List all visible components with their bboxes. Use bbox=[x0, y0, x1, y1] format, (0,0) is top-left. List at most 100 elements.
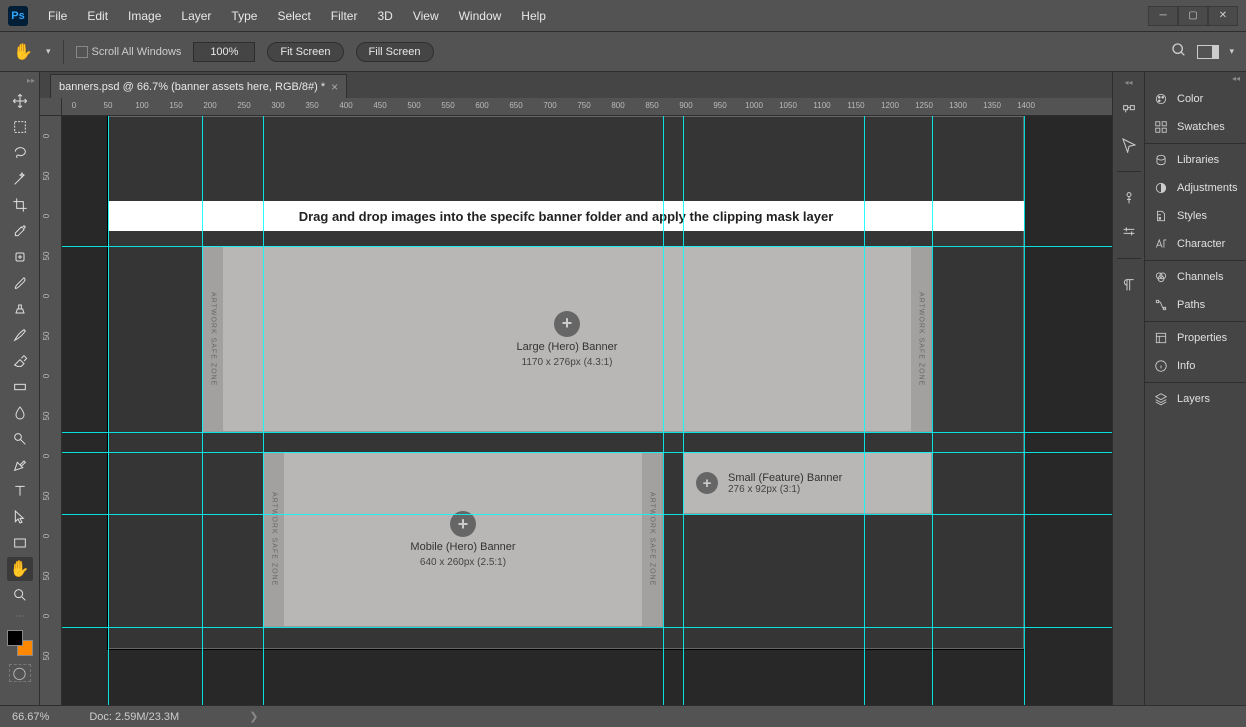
hand-tool-icon[interactable]: ✋ bbox=[12, 41, 34, 63]
brushes-panel-icon[interactable] bbox=[1119, 188, 1139, 208]
edit-toolbar-icon[interactable]: ⋯ bbox=[15, 611, 25, 622]
menu-type[interactable]: Type bbox=[221, 0, 267, 32]
mobile-hero-slot[interactable]: ARTWORK SAFE ZONE + Mobile (Hero) Banner… bbox=[263, 452, 663, 627]
quick-mask-toggle[interactable]: ◯ bbox=[9, 664, 31, 682]
color-panel[interactable]: Color bbox=[1145, 85, 1246, 113]
menu-file[interactable]: File bbox=[38, 0, 77, 32]
fill-screen-button[interactable]: Fill Screen bbox=[356, 42, 434, 62]
panel-label: Color bbox=[1177, 93, 1203, 105]
panel-label: Swatches bbox=[1177, 121, 1225, 133]
properties-panel[interactable]: Properties bbox=[1145, 324, 1246, 352]
menu-image[interactable]: Image bbox=[118, 0, 171, 32]
scroll-all-windows-checkbox[interactable]: Scroll All Windows bbox=[76, 46, 182, 58]
slot-title: Mobile (Hero) Banner bbox=[410, 541, 515, 553]
menu-view[interactable]: View bbox=[403, 0, 449, 32]
workspace-switcher-icon[interactable] bbox=[1197, 45, 1219, 59]
panel-label: Adjustments bbox=[1177, 182, 1238, 194]
status-doc-size[interactable]: Doc: 2.59M/23.3M bbox=[89, 711, 179, 723]
libraries-icon bbox=[1153, 152, 1169, 168]
clone-stamp-tool[interactable] bbox=[7, 297, 33, 321]
close-button[interactable]: ✕ bbox=[1208, 6, 1238, 26]
panel-label: Layers bbox=[1177, 393, 1210, 405]
status-zoom[interactable]: 66.67% bbox=[12, 711, 49, 723]
menu-3d[interactable]: 3D bbox=[367, 0, 402, 32]
channels-panel[interactable]: Channels bbox=[1145, 263, 1246, 291]
eraser-tool[interactable] bbox=[7, 349, 33, 373]
color-swatch[interactable] bbox=[5, 630, 35, 656]
layers-panel[interactable]: Layers bbox=[1145, 385, 1246, 413]
pen-tool[interactable] bbox=[7, 453, 33, 477]
brush-settings-panel-icon[interactable] bbox=[1119, 222, 1139, 242]
hand-tool[interactable]: ✋ bbox=[7, 557, 33, 581]
panel-label: Info bbox=[1177, 360, 1195, 372]
adjustments-panel[interactable]: Adjustments bbox=[1145, 174, 1246, 202]
healing-brush-tool[interactable] bbox=[7, 245, 33, 269]
brush-tool[interactable] bbox=[7, 271, 33, 295]
paths-icon bbox=[1153, 297, 1169, 313]
minimize-button[interactable]: ─ bbox=[1148, 6, 1178, 26]
tool-preset-dropdown[interactable]: ▾ bbox=[46, 46, 51, 57]
zoom-level-input[interactable]: 100% bbox=[193, 42, 255, 62]
large-hero-slot[interactable]: ARTWORK SAFE ZONE + Large (Hero) Banner … bbox=[202, 246, 932, 432]
collapsed-dock: ◂◂ bbox=[1112, 72, 1144, 705]
gradient-tool[interactable] bbox=[7, 375, 33, 399]
crop-tool[interactable] bbox=[7, 193, 33, 217]
vertical-ruler[interactable]: 050050050050050050050 bbox=[40, 116, 62, 705]
libraries-panel[interactable]: Libraries bbox=[1145, 146, 1246, 174]
navigator-panel-icon[interactable] bbox=[1119, 135, 1139, 155]
document-tabs: banners.psd @ 66.7% (banner assets here,… bbox=[40, 72, 1112, 98]
fit-screen-button[interactable]: Fit Screen bbox=[267, 42, 343, 62]
ruler-origin[interactable] bbox=[40, 98, 62, 116]
path-selection-tool[interactable] bbox=[7, 505, 33, 529]
document-tab[interactable]: banners.psd @ 66.7% (banner assets here,… bbox=[50, 74, 347, 98]
options-bar: ✋ ▾ Scroll All Windows 100% Fit Screen F… bbox=[0, 32, 1246, 72]
zoom-tool[interactable] bbox=[7, 583, 33, 607]
plus-icon: + bbox=[696, 472, 718, 494]
panel-label: Character bbox=[1177, 238, 1225, 250]
swatches-panel[interactable]: Swatches bbox=[1145, 113, 1246, 141]
panel-label: Styles bbox=[1177, 210, 1207, 222]
status-menu-icon[interactable]: ❯ bbox=[249, 710, 258, 723]
menu-edit[interactable]: Edit bbox=[77, 0, 118, 32]
history-panel-icon[interactable] bbox=[1119, 101, 1139, 121]
slot-dimensions: 640 x 260px (2.5:1) bbox=[420, 557, 506, 568]
close-tab-icon[interactable]: × bbox=[331, 80, 338, 94]
menu-select[interactable]: Select bbox=[267, 0, 320, 32]
properties-icon bbox=[1153, 330, 1169, 346]
expand-dock-icon[interactable]: ◂◂ bbox=[1124, 78, 1132, 87]
swatches-icon bbox=[1153, 119, 1169, 135]
styles-panel[interactable]: Styles bbox=[1145, 202, 1246, 230]
rectangle-tool[interactable] bbox=[7, 531, 33, 555]
dodge-tool[interactable] bbox=[7, 427, 33, 451]
menu-layer[interactable]: Layer bbox=[171, 0, 221, 32]
menu-window[interactable]: Window bbox=[449, 0, 512, 32]
lasso-tool[interactable] bbox=[7, 141, 33, 165]
search-icon[interactable] bbox=[1171, 42, 1187, 61]
type-tool[interactable] bbox=[7, 479, 33, 503]
eyedropper-tool[interactable] bbox=[7, 219, 33, 243]
paths-panel[interactable]: Paths bbox=[1145, 291, 1246, 319]
slot-title: Small (Feature) Banner bbox=[728, 472, 842, 484]
history-brush-tool[interactable] bbox=[7, 323, 33, 347]
info-panel[interactable]: Info bbox=[1145, 352, 1246, 380]
marquee-tool[interactable] bbox=[7, 115, 33, 139]
canvas-viewport[interactable]: Drag and drop images into the specifc ba… bbox=[62, 116, 1112, 705]
paragraph-panel-icon[interactable] bbox=[1119, 275, 1139, 295]
character-panel[interactable]: Character bbox=[1145, 230, 1246, 258]
status-bar: 66.67% Doc: 2.59M/23.3M ❯ bbox=[0, 705, 1246, 727]
horizontal-ruler[interactable]: 0501001502002503003504004505005506006507… bbox=[62, 98, 1112, 116]
workspace-dropdown[interactable]: ▾ bbox=[1229, 46, 1234, 57]
menu-help[interactable]: Help bbox=[511, 0, 556, 32]
collapse-tools-icon[interactable]: ▸▸ bbox=[27, 76, 35, 85]
layers-icon bbox=[1153, 391, 1169, 407]
move-tool[interactable] bbox=[7, 89, 33, 113]
menu-filter[interactable]: Filter bbox=[321, 0, 368, 32]
maximize-button[interactable]: ▢ bbox=[1178, 6, 1208, 26]
small-feature-slot[interactable]: + Small (Feature) Banner 276 x 92px (3:1… bbox=[683, 452, 932, 514]
color-icon bbox=[1153, 91, 1169, 107]
panel-label: Channels bbox=[1177, 271, 1223, 283]
magic-wand-tool[interactable] bbox=[7, 167, 33, 191]
styles-icon bbox=[1153, 208, 1169, 224]
collapse-panels-icon[interactable]: ◂◂ bbox=[1232, 74, 1240, 83]
blur-tool[interactable] bbox=[7, 401, 33, 425]
